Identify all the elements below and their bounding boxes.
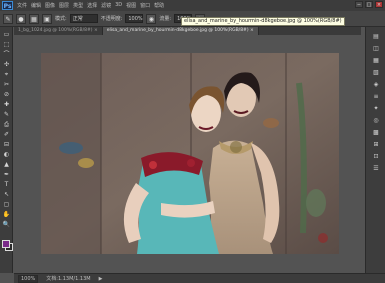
menu-list: 文件 编辑 图像 图层 类型 选择 滤镜 3D 视图 窗口 帮助 [17,2,164,9]
clone-source-icon[interactable]: ▣ [42,13,52,24]
properties-panel-icon[interactable]: ≡ [371,93,381,101]
document-size: 文档:1.13M/1.13M [46,276,91,282]
styles-panel-icon[interactable]: ▧ [371,69,381,77]
canvas-area[interactable] [14,35,363,273]
tab-document-1[interactable]: 1_bg_1024.jpg @ 100%(RGB/8#) × [14,27,103,35]
menu-bar: Ps 文件 编辑 图像 图层 类型 选择 滤镜 3D 视图 窗口 帮助 − □ … [0,0,385,11]
clone-source-panel-icon[interactable]: ◎ [371,117,381,125]
mode-select[interactable]: 正常 [69,14,98,23]
menu-help[interactable]: 帮助 [154,2,164,9]
zoom-tool-icon[interactable]: 🔍 [2,221,11,228]
clone-stamp-icon[interactable]: ✎ [2,111,11,118]
menu-file[interactable]: 文件 [17,2,27,9]
channels-panel-icon[interactable]: ⊞ [371,141,381,149]
menu-edit[interactable]: 编辑 [31,2,41,9]
menu-layer[interactable]: 图层 [59,2,69,9]
window-controls: − □ × [355,1,383,8]
close-button[interactable]: × [375,1,383,8]
blur-tool-icon[interactable]: ◐ [2,151,11,158]
move-tool-icon[interactable]: ▭ [2,31,11,38]
eyedropper-icon[interactable]: ✂ [2,81,11,88]
brush-tool-icon[interactable]: ✚ [2,101,11,108]
crop-tool-icon[interactable]: ⌖ [2,71,11,78]
brush-size-icon[interactable]: ● [16,13,26,24]
tool-preset-icon[interactable]: ✎ [3,13,13,24]
paths-panel-icon[interactable]: ⊡ [371,153,381,161]
quick-select-icon[interactable]: ✣ [2,61,11,68]
menu-view[interactable]: 视图 [126,2,136,9]
pen-tool-icon[interactable]: ✒ [2,171,11,178]
eraser-tool-icon[interactable]: ✐ [2,131,11,138]
menu-select[interactable]: 选择 [87,2,97,9]
mode-label: 模式: [55,16,67,22]
menu-type[interactable]: 类型 [73,2,83,9]
history-panel-icon[interactable]: ▤ [371,33,381,41]
document-image[interactable] [41,53,339,254]
dodge-tool-icon[interactable]: ▲ [2,161,11,168]
shape-tool-icon[interactable]: ▢ [2,201,11,208]
hand-tool-icon[interactable]: ✋ [2,211,11,218]
panel-dock: ▤ ◫ ▦ ▧ ◈ ≡ ✦ ◎ ▩ ⊞ ⊡ ☰ [365,27,385,273]
tab-document-2[interactable]: elisa_and_marine_by_hourmin-d8kgeboe.jpg… [102,27,259,35]
photo-artwork [41,53,339,254]
gradient-tool-icon[interactable]: ⊟ [2,141,11,148]
document-tabs: 1_bg_1024.jpg @ 100%(RGB/8#) × elisa_and… [14,27,361,35]
menu-image[interactable]: 图像 [45,2,55,9]
adjustments-panel-icon[interactable]: ◈ [371,81,381,89]
marquee-tool-icon[interactable]: ⬚ [2,41,11,48]
opacity-label: 不透明度: [100,16,123,22]
status-bar: 100% 文档:1.13M/1.13M ▶ [14,273,385,283]
type-tool-icon[interactable]: T [2,181,11,188]
menu-3d[interactable]: 3D [115,2,122,9]
zoom-level[interactable]: 100% [18,274,39,283]
brushes-panel-icon[interactable]: ✦ [371,105,381,113]
opacity-field[interactable]: 100% [125,14,144,23]
healing-brush-icon[interactable]: ⊘ [2,91,11,98]
minimize-button[interactable]: − [355,1,363,8]
menu-window[interactable]: 窗口 [140,2,150,9]
path-select-icon[interactable]: ↖ [2,191,11,198]
status-menu-arrow-icon[interactable]: ▶ [99,276,103,282]
flow-label: 流量: [159,16,172,22]
character-panel-icon[interactable]: ☰ [371,165,381,173]
actions-panel-icon[interactable]: ◫ [371,45,381,53]
photoshop-logo: Ps [2,1,13,10]
swatches-panel-icon[interactable]: ▦ [371,57,381,65]
maximize-button[interactable]: □ [365,1,373,8]
brush-panel-icon[interactable]: ▦ [29,13,39,24]
document-tooltip: elisa_and_marine_by_hourmin-d8kgeboe.jpg… [181,17,345,26]
tools-panel: ▭ ⬚ ⌒ ✣ ⌖ ✂ ⊘ ✚ ✎ ⎙ ✐ ⊟ ◐ ▲ ✒ T ↖ ▢ ✋ 🔍 [0,27,13,273]
history-brush-icon[interactable]: ⎙ [2,121,11,128]
foreground-color-swatch[interactable] [2,240,10,248]
lasso-tool-icon[interactable]: ⌒ [2,51,11,58]
pressure-opacity-icon[interactable]: ◉ [146,13,157,24]
layers-panel-icon[interactable]: ▩ [371,129,381,137]
menu-filter[interactable]: 滤镜 [101,2,111,9]
